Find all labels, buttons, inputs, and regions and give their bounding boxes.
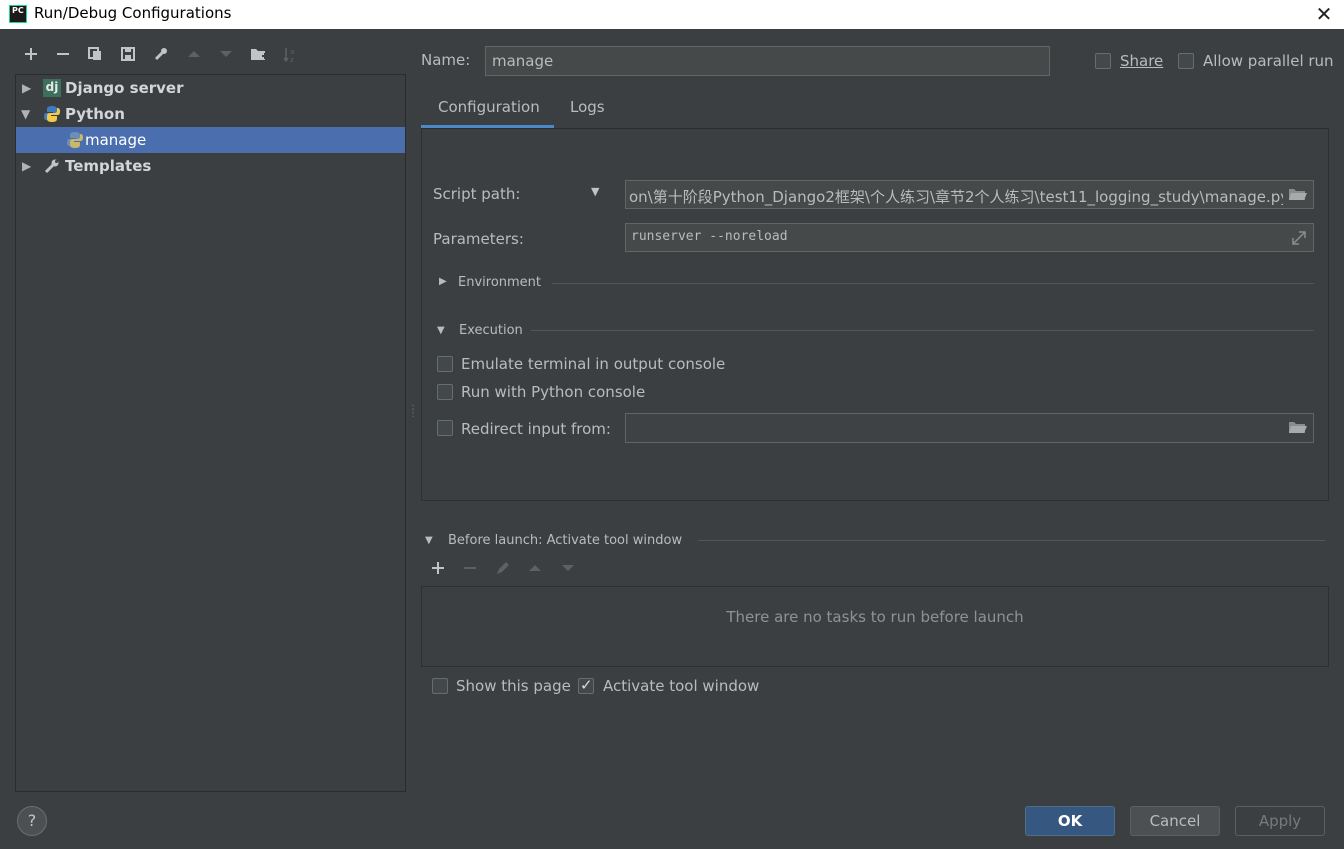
- name-input[interactable]: [485, 46, 1050, 76]
- emulate-terminal-label: Emulate terminal in output console: [461, 355, 726, 373]
- before-launch-label[interactable]: Before launch: Activate tool window: [448, 533, 682, 548]
- tree-item-manage[interactable]: manage: [16, 127, 405, 153]
- parameters-value: runserver --noreload: [631, 229, 788, 244]
- tree-item-label: Templates: [65, 157, 152, 175]
- svg-text:z: z: [290, 56, 294, 64]
- expand-arrow-icon[interactable]: ▶: [22, 153, 31, 179]
- run-python-console-checkbox[interactable]: [437, 384, 453, 400]
- tree-item-label: Python: [65, 105, 125, 123]
- sort-alpha-icon[interactable]: az: [280, 46, 302, 68]
- environment-expand-icon[interactable]: ▶: [439, 276, 447, 287]
- svg-text:a: a: [290, 48, 294, 56]
- redirect-input-field[interactable]: [625, 413, 1314, 443]
- tree-item-label: manage: [85, 131, 147, 149]
- expand-arrow-icon[interactable]: ▶: [22, 75, 31, 101]
- collapse-arrow-icon[interactable]: ▼: [21, 101, 30, 127]
- tree-item-templates[interactable]: ▶ Templates: [16, 153, 405, 179]
- execution-separator: [531, 330, 1314, 331]
- minus-icon[interactable]: [52, 46, 74, 68]
- browse-folder-icon[interactable]: [1283, 414, 1313, 442]
- copy-icon[interactable]: [84, 46, 106, 68]
- parameters-field[interactable]: runserver --noreload: [625, 223, 1314, 252]
- empty-task-list-text: There are no tasks to run before launch: [726, 608, 1024, 626]
- script-path-field[interactable]: on\第十阶段Python_Django2框架\个人练习\章节2个人练习\tes…: [625, 180, 1314, 209]
- parameters-label: Parameters:: [433, 230, 524, 248]
- browse-folder-icon[interactable]: [1283, 181, 1313, 208]
- show-this-page-label: Show this page: [456, 677, 571, 695]
- cancel-button[interactable]: Cancel: [1130, 806, 1220, 836]
- new-folder-icon[interactable]: [248, 46, 270, 68]
- wrench-icon: [43, 157, 61, 175]
- allow-parallel-run-label: Allow parallel run: [1203, 52, 1334, 70]
- show-this-page-checkbox[interactable]: [432, 678, 448, 694]
- redirect-input-label: Redirect input from:: [461, 420, 611, 438]
- move-task-down-icon[interactable]: [557, 560, 579, 582]
- environment-label[interactable]: Environment: [458, 275, 541, 290]
- save-icon[interactable]: [117, 46, 139, 68]
- tree-item-django-server[interactable]: ▶ dj Django server: [16, 75, 405, 101]
- execution-collapse-icon[interactable]: ▼: [437, 325, 445, 336]
- tree-item-label: Django server: [65, 79, 184, 97]
- share-checkbox[interactable]: [1095, 53, 1111, 69]
- redirect-input-checkbox[interactable]: [437, 420, 453, 436]
- tab-configuration[interactable]: Configuration: [438, 98, 540, 116]
- window-title: Run/Debug Configurations: [34, 4, 232, 22]
- allow-parallel-run-checkbox[interactable]: [1178, 53, 1194, 69]
- move-task-up-icon[interactable]: [524, 560, 546, 582]
- environment-separator: [552, 283, 1314, 284]
- activate-tool-window-label: Activate tool window: [603, 677, 760, 695]
- edit-task-icon[interactable]: [492, 560, 514, 582]
- execution-label[interactable]: Execution: [459, 323, 523, 338]
- django-icon: dj: [43, 79, 61, 97]
- python-icon: [66, 131, 84, 149]
- arrow-down-icon[interactable]: [215, 46, 237, 68]
- script-path-type-dropdown[interactable]: ▼: [591, 185, 599, 198]
- share-label: Share: [1120, 52, 1164, 70]
- close-icon[interactable]: ✕: [1304, 0, 1344, 29]
- script-path-label: Script path:: [433, 185, 521, 203]
- add-task-icon[interactable]: [427, 560, 449, 582]
- python-icon: [43, 105, 61, 123]
- run-python-console-label: Run with Python console: [461, 383, 646, 401]
- pycharm-app-icon: PC: [9, 5, 27, 23]
- emulate-terminal-checkbox[interactable]: [437, 356, 453, 372]
- activate-tool-window-checkbox[interactable]: [578, 676, 594, 694]
- tab-logs[interactable]: Logs: [570, 98, 605, 116]
- expand-icon[interactable]: [1289, 228, 1309, 248]
- wrench-icon[interactable]: [150, 46, 172, 68]
- splitter-handle[interactable]: ⋮ ⋮: [408, 405, 418, 426]
- title-bar: PC Run/Debug Configurations ✕: [0, 0, 1344, 29]
- before-launch-collapse-icon[interactable]: ▼: [425, 535, 433, 546]
- remove-task-icon[interactable]: [459, 560, 481, 582]
- tree-item-python[interactable]: ▼ Python: [16, 101, 405, 127]
- configuration-tree[interactable]: ▶ dj Django server ▼ Python manage ▶ Tem…: [15, 74, 406, 792]
- before-launch-task-list[interactable]: There are no tasks to run before launch: [421, 586, 1329, 667]
- ok-button[interactable]: OK: [1025, 806, 1115, 836]
- arrow-up-icon[interactable]: [183, 46, 205, 68]
- apply-button[interactable]: Apply: [1235, 806, 1325, 836]
- before-launch-separator: [698, 540, 1325, 541]
- name-label: Name:: [421, 51, 471, 69]
- plus-icon[interactable]: [20, 46, 42, 68]
- script-path-value: on\第十阶段Python_Django2框架\个人练习\章节2个人练习\tes…: [629, 188, 1290, 206]
- help-button[interactable]: ?: [17, 806, 47, 836]
